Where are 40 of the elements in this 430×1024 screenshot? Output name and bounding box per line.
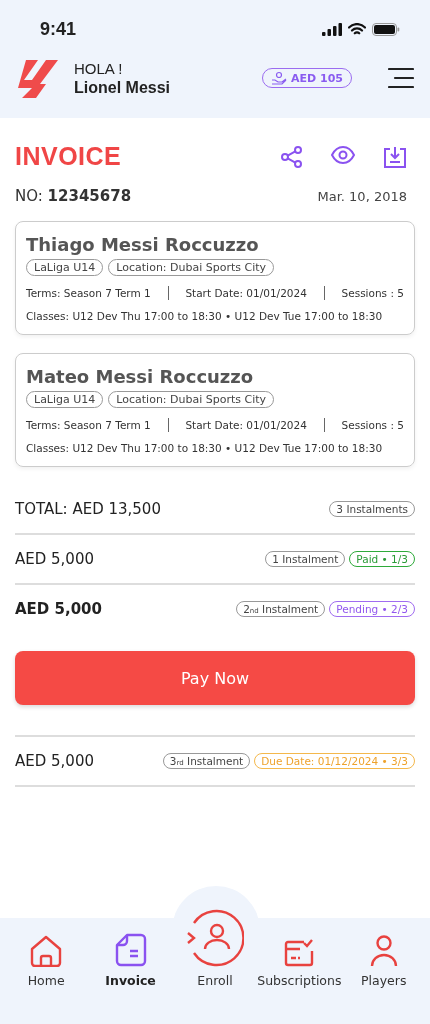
instalment-amount: AED 5,000: [15, 600, 102, 618]
nav-tab[interactable]: Home: [6, 918, 87, 1024]
classes-text: Classes: U12 Dev Thu 17:00 to 18:30 • U12 Dev Tue 17:00 to 18:30: [26, 310, 384, 322]
invoice-number: NO: 12345678: [15, 187, 132, 205]
coin-hand-icon: [271, 71, 288, 85]
logo-icon[interactable]: [16, 58, 60, 98]
card-check-icon: [284, 937, 315, 967]
user-name: Lionel Messi: [74, 78, 172, 97]
invoice-date: Mar. 10, 2018: [317, 188, 408, 204]
share-icon[interactable]: [281, 145, 303, 168]
classes-text: Classes: U12 Dev Thu 17:00 to 18:30 • U12 Dev Tue 17:00 to 18:30: [26, 442, 384, 454]
wifi-icon: [348, 22, 366, 36]
terms-text: Terms: Season 7 Term 1: [26, 419, 151, 431]
sessions-count: Sessions : 5: [341, 419, 404, 431]
home-icon: [29, 935, 64, 967]
start-date: Start Date: 01/01/2024: [185, 419, 307, 431]
start-date: Start Date: 01/01/2024: [185, 287, 307, 299]
battery-icon: [372, 22, 400, 36]
terms-text: Terms: Season 7 Term 1: [26, 287, 151, 299]
nav-tab[interactable]: Subscriptions: [259, 918, 340, 1024]
nav-tab[interactable]: Invoice: [90, 918, 171, 1024]
invoice-title: INVOICE: [15, 142, 122, 171]
pay-now-button[interactable]: Pay Now: [15, 651, 415, 705]
nav-tab[interactable]: Players: [343, 918, 424, 1024]
signal-icon: [322, 22, 342, 36]
player-name: Mateo Messi Roccuzzo: [26, 366, 255, 387]
document-icon: [114, 933, 147, 967]
status-time: 9:41: [40, 18, 77, 40]
total-amount: TOTAL: AED 13,500: [15, 500, 161, 518]
user-circle-icon: [185, 909, 244, 967]
nav-tab[interactable]: Enroll: [174, 884, 255, 1024]
instalment-amount: AED 5,000: [15, 550, 94, 568]
download-icon[interactable]: [383, 145, 407, 168]
person-icon: [369, 935, 398, 967]
eye-icon[interactable]: [331, 145, 355, 164]
instalment-amount: AED 5,000: [15, 752, 94, 770]
player-name: Thiago Messi Roccuzzo: [26, 234, 260, 255]
sessions-count: Sessions : 5: [341, 287, 404, 299]
menu-icon[interactable]: [388, 67, 414, 89]
greeting-text: HOLA !: [74, 59, 124, 77]
